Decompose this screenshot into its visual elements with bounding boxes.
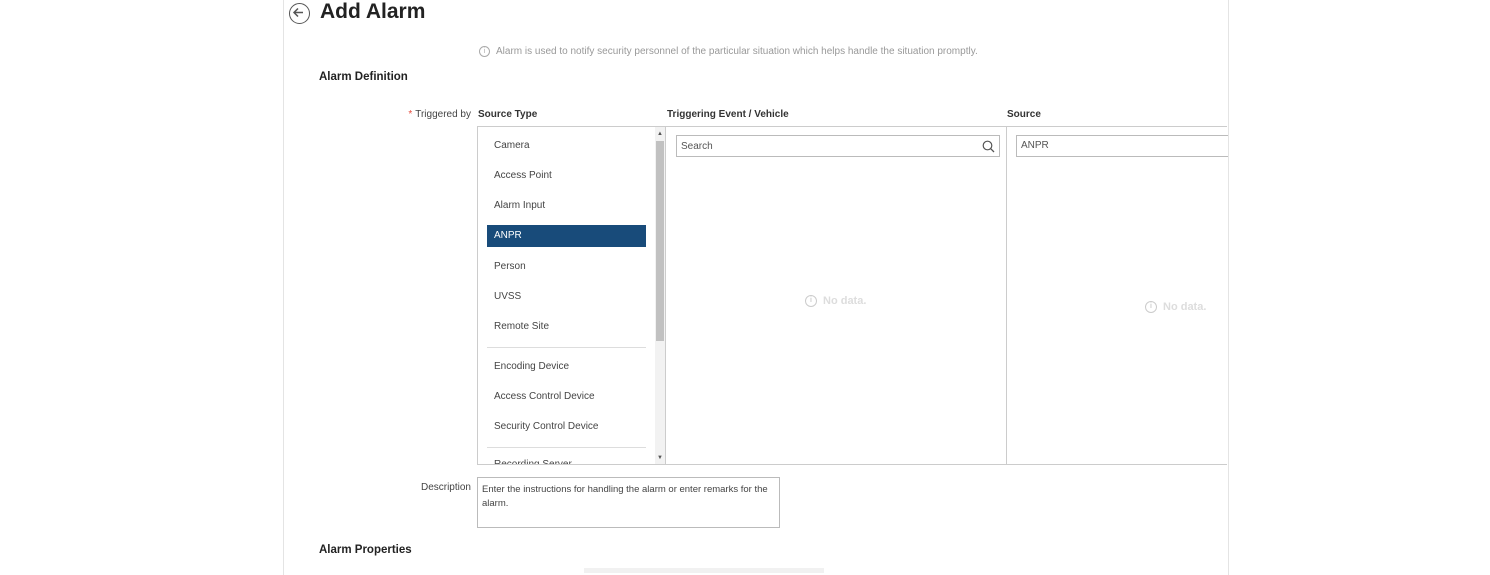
triggered-by-label: * Triggered by [408,109,471,120]
event-search-box[interactable] [676,135,1000,157]
scroll-down-arrow-icon[interactable]: ▼ [655,453,665,463]
source-type-recording-server[interactable]: Recording Server [487,454,646,464]
add-alarm-panel: Add Alarm i Alarm is used to notify secu… [283,0,1229,575]
notice-text: Alarm is used to notify security personn… [496,46,978,57]
source-type-security-control-device[interactable]: Security Control Device [487,416,646,438]
alarm-notice: i Alarm is used to notify security perso… [479,46,978,57]
source-field[interactable]: ANPR [1016,135,1228,157]
source-type-camera[interactable]: Camera [487,135,646,157]
page-title: Add Alarm [320,0,426,23]
trigger-selector: Camera Access Point Alarm Input ANPR Per… [477,126,1228,465]
source-type-access-point[interactable]: Access Point [487,165,646,187]
scroll-thumb[interactable] [656,141,664,341]
faded-content [584,568,824,573]
column-separator [1006,127,1007,464]
event-empty-state: i No data. [805,295,866,307]
source-type-header: Source Type [478,109,538,120]
source-type-alarm-input[interactable]: Alarm Input [487,195,646,217]
list-divider [487,447,646,448]
section-alarm-properties: Alarm Properties [319,544,412,556]
source-empty-state: i No data. [1145,301,1206,313]
triggering-event-header: Triggering Event / Vehicle [667,109,789,120]
description-label: Description [420,482,471,493]
source-type-uvss[interactable]: UVSS [487,286,646,308]
source-type-encoding-device[interactable]: Encoding Device [487,356,646,378]
search-icon[interactable] [982,140,995,153]
event-search-input[interactable] [677,136,971,157]
source-type-scrollbar[interactable]: ▲ ▼ [655,127,665,464]
source-type-person[interactable]: Person [487,256,646,278]
list-divider [487,347,646,348]
section-alarm-definition: Alarm Definition [319,71,408,83]
description-textarea[interactable]: Enter the instructions for handling the … [477,477,780,528]
source-type-anpr[interactable]: ANPR [487,225,646,247]
info-icon: i [1145,301,1157,313]
scroll-up-arrow-icon[interactable]: ▲ [655,129,665,139]
back-arrow-icon[interactable] [289,3,310,24]
source-type-access-control-device[interactable]: Access Control Device [487,386,646,408]
column-separator [665,127,666,464]
source-header: Source [1007,109,1041,120]
source-type-remote-site[interactable]: Remote Site [487,316,646,338]
info-icon: i [805,295,817,307]
info-icon: i [479,46,490,57]
source-type-list[interactable]: Camera Access Point Alarm Input ANPR Per… [478,127,655,464]
